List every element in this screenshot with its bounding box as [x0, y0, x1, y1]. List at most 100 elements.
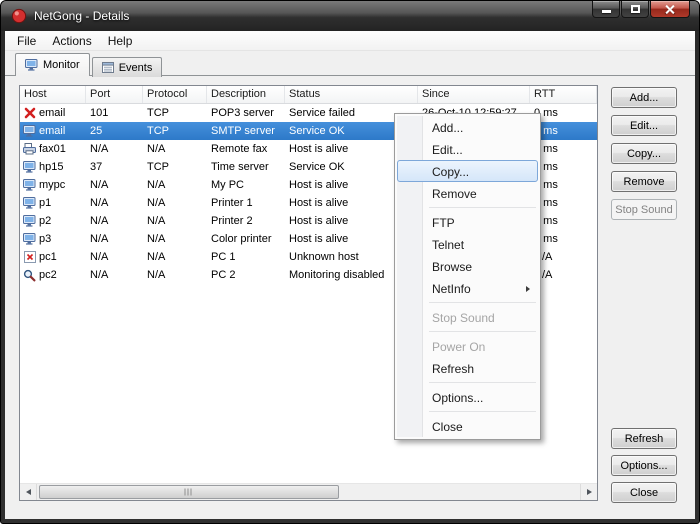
- menu-item-label: Add...: [432, 121, 463, 135]
- cell-description: Printer 1: [207, 197, 285, 209]
- cell-host: email: [20, 107, 86, 119]
- tab-events[interactable]: Events: [92, 57, 163, 77]
- column-header-rtt[interactable]: RTT: [530, 86, 597, 103]
- context-menu-item-remove[interactable]: Remove: [397, 182, 538, 204]
- column-header-host[interactable]: Host: [20, 86, 86, 103]
- cell-protocol: N/A: [143, 269, 207, 281]
- cell-host: fax01: [20, 143, 86, 155]
- scrollbar-thumb[interactable]: [39, 485, 339, 499]
- host-label: email: [39, 125, 65, 137]
- cell-port: N/A: [86, 215, 143, 227]
- cell-host: p3: [20, 233, 86, 245]
- cell-description: Color printer: [207, 233, 285, 245]
- window-title: NetGong - Details: [34, 9, 129, 23]
- host-label: p1: [39, 197, 51, 209]
- refresh-button[interactable]: Refresh: [611, 428, 677, 449]
- menu-item-label: Copy...: [432, 165, 469, 179]
- scroll-left-button[interactable]: [20, 484, 37, 500]
- copy-button[interactable]: Copy...: [611, 143, 677, 164]
- host-label: mypc: [39, 179, 65, 191]
- scrollbar-track[interactable]: [37, 484, 580, 500]
- cell-host: pc2: [20, 269, 86, 282]
- context-menu-item-close[interactable]: Close: [397, 415, 538, 437]
- maximize-button[interactable]: [621, 1, 649, 18]
- tab-monitor[interactable]: Monitor: [15, 53, 90, 76]
- cell-host: pc1: [20, 251, 86, 263]
- cell-port: N/A: [86, 251, 143, 263]
- cell-port: N/A: [86, 233, 143, 245]
- app-window: NetGong - Details FileActionsHelp Monito…: [0, 0, 700, 524]
- menubar-item-file[interactable]: File: [9, 32, 44, 50]
- magnifier-icon: [23, 269, 36, 282]
- column-header-protocol[interactable]: Protocol: [143, 86, 207, 103]
- edit-button[interactable]: Edit...: [611, 115, 677, 136]
- tab-strip: Monitor Events: [5, 52, 695, 76]
- menu-item-label: Options...: [432, 391, 483, 405]
- host-icon: [23, 161, 36, 173]
- column-header-status[interactable]: Status: [285, 86, 418, 103]
- close-button[interactable]: [650, 1, 690, 18]
- cell-protocol: N/A: [143, 143, 207, 155]
- side-button-column: Add...Edit...Copy...RemoveStop Sound: [611, 87, 677, 220]
- scroll-right-button[interactable]: [580, 484, 597, 500]
- menubar-item-help[interactable]: Help: [100, 32, 141, 50]
- menu-item-label: Edit...: [432, 143, 463, 157]
- bottom-button-column: Refresh Options... Close: [611, 428, 677, 503]
- context-menu-item-add[interactable]: Add...: [397, 116, 538, 138]
- context-menu-item-copy[interactable]: Copy...: [397, 160, 538, 182]
- menu-item-label: Power On: [432, 340, 485, 354]
- host-label: p2: [39, 215, 51, 227]
- cell-protocol: N/A: [143, 233, 207, 245]
- cell-description: Time server: [207, 161, 285, 173]
- host-label: p3: [39, 233, 51, 245]
- context-menu-item-browse[interactable]: Browse: [397, 255, 538, 277]
- menu-separator: [429, 411, 536, 412]
- menubar-item-actions[interactable]: Actions: [44, 32, 99, 50]
- context-menu-item-netinfo[interactable]: NetInfo: [397, 277, 538, 299]
- menu-separator: [429, 331, 536, 332]
- printer-icon: [23, 233, 36, 245]
- cell-description: PC 1: [207, 251, 285, 263]
- context-menu-item-options[interactable]: Options...: [397, 386, 538, 408]
- host-icon: [23, 125, 36, 137]
- options-button[interactable]: Options...: [611, 455, 677, 476]
- cell-protocol: N/A: [143, 215, 207, 227]
- failed-x-icon: [23, 107, 36, 119]
- cell-protocol: N/A: [143, 251, 207, 263]
- horizontal-scrollbar[interactable]: [20, 483, 597, 500]
- close-icon: [665, 4, 676, 15]
- cell-description: My PC: [207, 179, 285, 191]
- printer-icon: [23, 197, 36, 209]
- cell-port: 25: [86, 125, 143, 137]
- cell-protocol: N/A: [143, 179, 207, 191]
- context-menu-item-edit[interactable]: Edit...: [397, 138, 538, 160]
- close-button[interactable]: Close: [611, 482, 677, 503]
- remove-button[interactable]: Remove: [611, 171, 677, 192]
- column-header-port[interactable]: Port: [86, 86, 143, 103]
- menu-separator: [429, 302, 536, 303]
- host-label: hp15: [39, 161, 63, 173]
- context-menu-item-refresh[interactable]: Refresh: [397, 357, 538, 379]
- cell-host: email: [20, 125, 86, 137]
- host-label: email: [39, 107, 65, 119]
- cell-host: mypc: [20, 179, 86, 191]
- menu-separator: [429, 207, 536, 208]
- add-button[interactable]: Add...: [611, 87, 677, 108]
- context-menu-item-ftp[interactable]: FTP: [397, 211, 538, 233]
- host-icon: [23, 179, 36, 191]
- minimize-icon: [602, 10, 611, 13]
- menu-item-label: Telnet: [432, 238, 464, 252]
- column-header-since[interactable]: Since: [418, 86, 530, 103]
- context-menu-item-telnet[interactable]: Telnet: [397, 233, 538, 255]
- cell-host: p2: [20, 215, 86, 227]
- column-header-description[interactable]: Description: [207, 86, 285, 103]
- client-area: FileActionsHelp MonitorEvents HostPortPr…: [5, 31, 695, 519]
- cell-port: 37: [86, 161, 143, 173]
- cell-port: 101: [86, 107, 143, 119]
- title-bar[interactable]: NetGong - Details: [1, 1, 699, 31]
- minimize-button[interactable]: [592, 1, 620, 18]
- maximize-icon: [631, 5, 640, 13]
- tab-label: Events: [119, 62, 153, 74]
- tab-label: Monitor: [43, 59, 80, 71]
- menu-item-label: Close: [432, 420, 463, 434]
